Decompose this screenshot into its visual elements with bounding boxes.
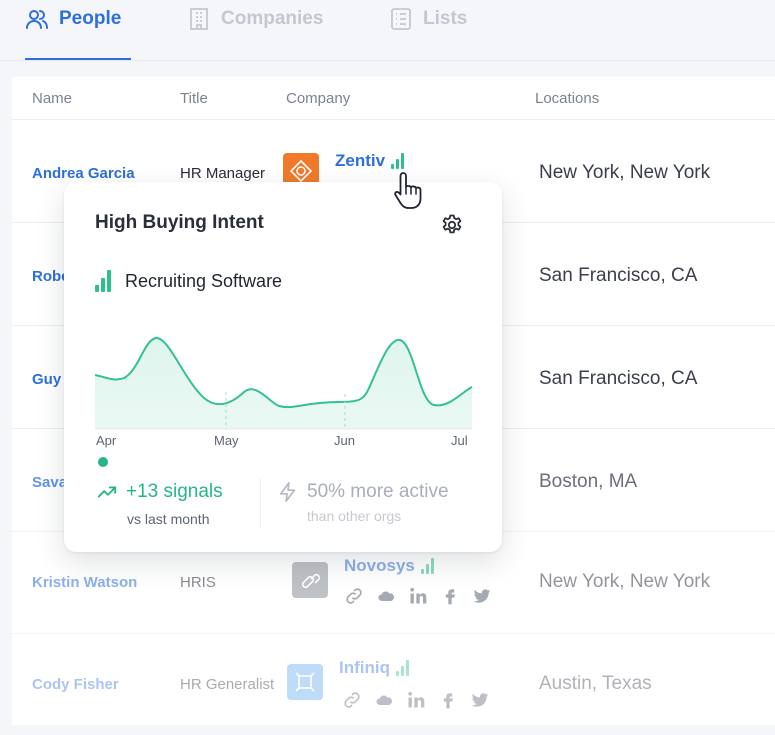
social-links	[342, 690, 490, 710]
person-title: HR Generalist	[180, 676, 275, 693]
tab-label: People	[59, 8, 122, 29]
person-location: San Francisco, CA	[539, 368, 698, 389]
infiniq-logo[interactable]	[287, 664, 323, 700]
intent-signal-icon	[95, 270, 111, 292]
building-icon	[190, 8, 208, 30]
link-icon[interactable]	[344, 586, 364, 606]
trend-up-icon	[97, 486, 117, 498]
company-name[interactable]: Zentiv	[335, 151, 405, 171]
linkedin-icon[interactable]	[408, 586, 428, 606]
month-label: Jun	[334, 433, 355, 448]
company-name[interactable]: Infiniq	[339, 658, 409, 678]
signals-stat: +13 signals	[96, 481, 223, 503]
timeline-marker[interactable]	[98, 457, 108, 467]
hand-cursor-icon	[394, 172, 422, 209]
activity-stat: 50% more active	[277, 481, 449, 503]
tab-companies[interactable]: Companies	[187, 6, 323, 32]
column-header-name[interactable]: Name	[32, 90, 72, 107]
novosys-logo[interactable]	[292, 562, 328, 598]
tab-lists[interactable]: Lists	[389, 6, 467, 32]
facebook-icon[interactable]	[438, 690, 458, 710]
column-header-company[interactable]: Company	[286, 90, 350, 107]
stat-divider	[260, 478, 261, 528]
trend-area	[95, 337, 472, 429]
top-tabs: People Companies Lists	[0, 0, 775, 61]
person-title: HRIS	[180, 574, 216, 591]
column-header-title[interactable]: Title	[180, 90, 208, 107]
buying-intent-popover: High Buying Intent Recruiting Software A…	[64, 182, 502, 552]
person-name[interactable]: Kristin Watson	[32, 574, 137, 591]
list-icon	[391, 8, 411, 30]
person-location: New York, New York	[539, 162, 711, 183]
person-location: Austin, Texas	[539, 673, 652, 694]
twitter-icon[interactable]	[470, 690, 490, 710]
person-title: HR Manager	[180, 165, 266, 182]
active-tab-indicator	[25, 58, 131, 60]
intent-signal-icon	[395, 660, 409, 676]
tab-label: Lists	[423, 8, 468, 29]
people-icon	[26, 10, 48, 29]
person-location: Boston, MA	[539, 471, 638, 492]
person-name[interactable]: Guy	[32, 371, 61, 388]
gear-icon[interactable]	[440, 213, 464, 237]
person-name[interactable]: Sava	[32, 474, 67, 491]
social-links	[344, 586, 492, 606]
intent-trend-chart	[94, 336, 473, 430]
intent-signal-icon	[420, 558, 434, 574]
signals-caption: vs last month	[127, 511, 210, 527]
month-label: May	[214, 433, 239, 448]
tab-label: Companies	[221, 8, 324, 29]
table-row[interactable]: Cody Fisher HR Generalist Infiniq Austin…	[12, 633, 775, 735]
intent-topic: Recruiting Software	[95, 270, 282, 292]
person-name[interactable]: Andrea Garcia	[32, 165, 135, 182]
company-name[interactable]: Novosys	[344, 556, 434, 576]
topic-label: Recruiting Software	[125, 270, 283, 291]
intent-signal-icon	[391, 153, 405, 169]
facebook-icon[interactable]	[440, 586, 460, 606]
link-icon[interactable]	[342, 690, 362, 710]
person-location: New York, New York	[539, 571, 711, 592]
twitter-icon[interactable]	[472, 586, 492, 606]
person-location: San Francisco, CA	[539, 265, 698, 286]
table-header: Name Title Company Locations	[12, 77, 775, 120]
month-label: Apr	[96, 433, 117, 448]
lightning-icon	[279, 482, 296, 502]
month-label: Jul	[451, 433, 468, 448]
popover-title: High Buying Intent	[95, 212, 264, 233]
activity-caption: than other orgs	[307, 508, 402, 524]
column-header-locations[interactable]: Locations	[535, 90, 599, 107]
cloud-icon[interactable]	[376, 586, 396, 606]
person-name[interactable]: Cody Fisher	[32, 676, 119, 693]
tab-people[interactable]: People	[25, 6, 121, 32]
linkedin-icon[interactable]	[406, 690, 426, 710]
cloud-icon[interactable]	[374, 690, 394, 710]
